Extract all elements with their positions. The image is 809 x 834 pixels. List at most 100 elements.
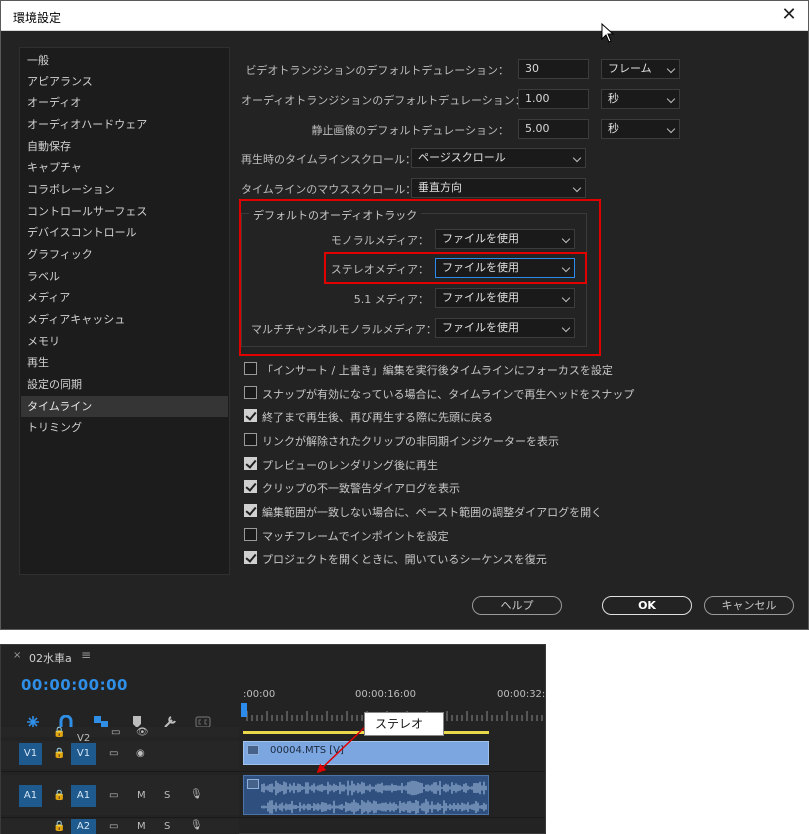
help-button[interactable]: ヘルプ (472, 596, 562, 615)
sidebar-item-auto-save[interactable]: 自動保存 (21, 136, 228, 157)
sidebar-item-audio-hardware[interactable]: オーディオハードウェア (21, 114, 228, 135)
mute-button[interactable]: M (137, 790, 146, 802)
snap-playhead-checkbox[interactable] (244, 386, 257, 399)
dialog-title: 環境設定 (13, 11, 62, 25)
return-to-start-checkbox[interactable] (244, 409, 257, 422)
microphone-icon[interactable]: 🎙 (190, 789, 203, 801)
restore-sequences-checkbox[interactable] (244, 551, 257, 564)
chevron-down-icon (666, 64, 676, 74)
ok-button[interactable]: OK (602, 596, 692, 615)
panel-menu-icon[interactable]: ≡ (81, 648, 91, 662)
focus-timeline-checkbox[interactable] (244, 362, 257, 375)
sidebar-item-device-control[interactable]: デバイスコントロール (21, 222, 228, 243)
sync-lock-icon[interactable]: ▭ (109, 790, 118, 802)
still-image-duration-input[interactable]: 5.00 (518, 119, 589, 139)
playback-scroll-label: 再生時のタイムラインスクロール： (241, 153, 417, 166)
match-frame-inpoint-checkbox[interactable] (244, 528, 257, 541)
sidebar-item-memory[interactable]: メモリ (21, 331, 228, 352)
track-header-a2 (1, 819, 239, 834)
annotation-box-stereo (324, 252, 587, 284)
chevron-down-icon (572, 183, 582, 193)
audio-transition-duration-input[interactable]: 1.00 (518, 89, 589, 109)
close-panel-icon[interactable]: × (13, 650, 21, 661)
fit-paste-dialog-label: 編集範囲が一致しない場合に、ペースト範囲の調整ダイアログを開く (262, 506, 603, 519)
lock-icon[interactable]: 🔒 (53, 748, 65, 760)
fx-badge-icon (247, 745, 259, 755)
preferences-dialog: 環境設定 ✕ 一般 アピアランス オーディオ オーディオハードウェア 自動保存 … (0, 0, 809, 630)
stereo-callout: ステレオ (364, 712, 444, 736)
sidebar-item-capture[interactable]: キャプチャ (21, 157, 228, 178)
track-separator (1, 817, 545, 818)
mouse-scroll-label: タイムラインのマウススクロール： (241, 183, 417, 196)
return-to-start-label: 終了まで再生後、再び再生する際に先頭に戻る (262, 411, 493, 424)
solo-button[interactable]: S (164, 821, 170, 833)
sidebar-item-audio[interactable]: オーディオ (21, 92, 228, 113)
mute-button[interactable]: M (137, 821, 146, 833)
track-target-v1[interactable]: V1 (71, 743, 96, 765)
sequence-tab-name[interactable]: 02水車a (29, 650, 72, 666)
audio-transition-unit-dropdown[interactable]: 秒 (601, 89, 680, 109)
dropdown-value: ページスクロール (418, 151, 506, 164)
dropdown-value: 秒 (608, 122, 619, 135)
close-button[interactable]: ✕ (778, 4, 800, 26)
ruler-label: 00:00:32: (497, 689, 546, 700)
video-transition-unit-dropdown[interactable]: フレーム (601, 59, 680, 79)
timeline-panel: × 02水車a ≡ 00:00:00:00 :00:00 00:00:16:00… (0, 644, 546, 834)
mouse-pointer-icon (601, 23, 615, 43)
playhead-timecode[interactable]: 00:00:00:00 (21, 676, 128, 694)
microphone-icon[interactable]: 🎙 (190, 820, 203, 832)
sidebar-item-media-cache[interactable]: メディアキャッシュ (21, 309, 228, 330)
sidebar-item-playback[interactable]: 再生 (21, 352, 228, 373)
audio-transition-duration-label: オーディオトランジションのデフォルトデュレーション： (241, 94, 526, 107)
lock-icon[interactable]: 🔒 (53, 790, 65, 802)
playback-scroll-dropdown[interactable]: ページスクロール (411, 148, 586, 168)
clip-mismatch-warning-checkbox[interactable] (244, 480, 257, 493)
lock-icon[interactable]: 🔒 (53, 727, 65, 739)
out-of-sync-indicator-label: リンクが解除されたクリップの非同期インジケーターを表示 (262, 435, 559, 448)
playhead-marker[interactable] (241, 703, 247, 717)
sidebar-item-media[interactable]: メディア (21, 287, 228, 308)
cancel-button[interactable]: キャンセル (704, 596, 794, 615)
dropdown-value: フレーム (608, 62, 652, 75)
still-image-duration-label: 静止画像のデフォルトデュレーション： (311, 124, 509, 137)
eye-icon[interactable]: ◉ (136, 748, 145, 760)
sidebar-item-general[interactable]: 一般 (21, 50, 228, 71)
track-target-a1[interactable]: A1 (71, 785, 96, 807)
play-after-render-checkbox[interactable] (244, 457, 257, 470)
lock-icon[interactable]: 🔒 (53, 821, 65, 833)
still-image-unit-dropdown[interactable]: 秒 (601, 119, 680, 139)
sidebar-item-timeline[interactable]: タイムライン (21, 396, 228, 417)
fit-paste-dialog-checkbox[interactable] (244, 504, 257, 517)
video-transition-duration-input[interactable]: 30 (518, 59, 589, 79)
sidebar-item-collaboration[interactable]: コラボレーション (21, 179, 228, 200)
track-target-a2[interactable]: A2 (71, 819, 96, 834)
restore-sequences-label: プロジェクトを開くときに、開いているシーケンスを復元 (262, 553, 547, 566)
out-of-sync-indicator-checkbox[interactable] (244, 433, 257, 446)
solo-button[interactable]: S (164, 790, 170, 802)
clip-mismatch-warning-label: クリップの不一致警告ダイアログを表示 (262, 482, 460, 495)
sync-lock-icon[interactable]: ▭ (109, 821, 118, 833)
source-patch-a1[interactable]: A1 (19, 785, 42, 807)
fx-badge-icon (247, 779, 259, 789)
sidebar-item-labels[interactable]: ラベル (21, 266, 228, 287)
eye-icon[interactable]: 👁 (136, 727, 149, 739)
sidebar-item-control-surface[interactable]: コントロールサーフェス (21, 201, 228, 222)
mouse-scroll-dropdown[interactable]: 垂直方向 (411, 178, 586, 198)
sidebar-item-trimming[interactable]: トリミング (21, 417, 228, 438)
sidebar-item-appearance[interactable]: アピアランス (21, 71, 228, 92)
focus-timeline-label: 「インサート / 上書き」編集を実行後タイムラインにフォーカスを設定 (262, 364, 613, 377)
sidebar-item-sync-settings[interactable]: 設定の同期 (21, 374, 228, 395)
title-bar: 環境設定 ✕ (1, 1, 808, 31)
callout-arrow (316, 725, 367, 774)
play-after-render-label: プレビューのレンダリング後に再生 (262, 459, 438, 472)
sync-lock-icon[interactable]: ▭ (111, 727, 120, 739)
match-frame-inpoint-label: マッチフレームでインポイントを設定 (262, 530, 449, 543)
video-transition-duration-label: ビデオトランジションのデフォルトデュレーション： (245, 64, 509, 77)
category-sidebar: 一般 アピアランス オーディオ オーディオハードウェア 自動保存 キャプチャ コ… (19, 47, 230, 575)
sync-lock-icon[interactable]: ▭ (109, 748, 118, 760)
timeline-panel-header: × 02水車a ≡ (1, 645, 545, 667)
chevron-down-icon (666, 94, 676, 104)
source-patch-v1[interactable]: V1 (19, 743, 42, 765)
track-area: 🔒 V2 ▭ 👁 V1 🔒 V1 ▭ ◉ 00004.MTS [V] A1 🔒 … (1, 727, 545, 834)
sidebar-item-graphics[interactable]: グラフィック (21, 244, 228, 265)
